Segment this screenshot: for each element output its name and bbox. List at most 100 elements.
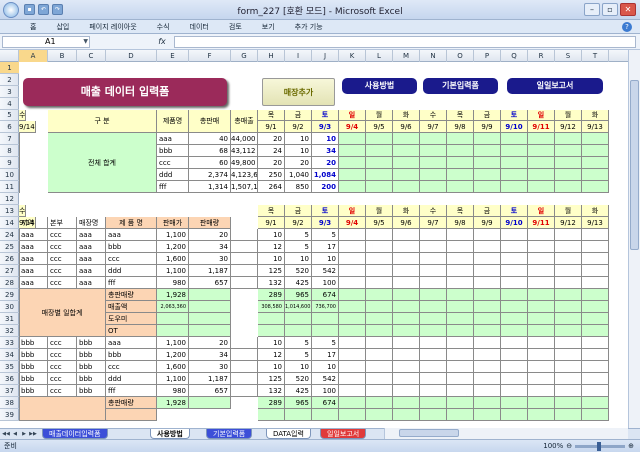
- date-header[interactable]: 9/10: [501, 121, 528, 133]
- column-header[interactable]: F: [189, 50, 231, 62]
- summary-day-value[interactable]: [582, 409, 609, 421]
- next-sheet-icon[interactable]: ▶: [20, 430, 28, 438]
- usage-button[interactable]: 사용방법: [342, 78, 417, 94]
- column-header[interactable]: I: [285, 50, 312, 62]
- product-header[interactable]: 제 품 명: [106, 217, 157, 229]
- date-header[interactable]: 9/1: [258, 217, 285, 229]
- day-value[interactable]: [393, 241, 420, 253]
- day-header[interactable]: 수: [420, 110, 447, 121]
- day-value[interactable]: [339, 277, 366, 289]
- day-value[interactable]: [366, 229, 393, 241]
- day-value[interactable]: [339, 253, 366, 265]
- spacer-cell[interactable]: [231, 277, 258, 289]
- day-value[interactable]: [501, 265, 528, 277]
- qty-header[interactable]: 총판매: [189, 110, 231, 133]
- day-header[interactable]: 토: [501, 110, 528, 121]
- row-header[interactable]: 26: [0, 253, 19, 265]
- day-value[interactable]: [19, 373, 20, 385]
- day-header[interactable]: 월: [555, 110, 582, 121]
- day-value[interactable]: 264: [258, 181, 285, 193]
- basic-input-button[interactable]: 기본입력폼: [423, 78, 498, 94]
- day-value[interactable]: [582, 229, 609, 241]
- date-header[interactable]: 9/5: [366, 121, 393, 133]
- row-header[interactable]: 31: [0, 313, 19, 325]
- day-value[interactable]: [420, 157, 447, 169]
- day-value[interactable]: 34: [312, 145, 339, 157]
- day-value[interactable]: [366, 373, 393, 385]
- day-value[interactable]: [474, 373, 501, 385]
- day-value[interactable]: [19, 145, 20, 157]
- summary-day-value[interactable]: [312, 325, 339, 337]
- day-value[interactable]: 20: [258, 133, 285, 145]
- day-value[interactable]: [447, 277, 474, 289]
- price-cell[interactable]: 1,600: [157, 361, 189, 373]
- date-header[interactable]: 9/8: [447, 217, 474, 229]
- summary-day-value[interactable]: [420, 325, 447, 337]
- day-value[interactable]: [528, 277, 555, 289]
- product-cell[interactable]: fff: [106, 385, 157, 397]
- day-value[interactable]: [366, 241, 393, 253]
- hq-header[interactable]: 본부: [48, 217, 77, 229]
- tab-formulas[interactable]: 수식: [147, 20, 180, 33]
- row-header[interactable]: 28: [0, 277, 19, 289]
- day-value[interactable]: [420, 229, 447, 241]
- day-value[interactable]: [528, 229, 555, 241]
- day-value[interactable]: [501, 349, 528, 361]
- sold-header[interactable]: 판매량: [189, 217, 231, 229]
- day-value[interactable]: 10: [285, 361, 312, 373]
- day-value[interactable]: 125: [258, 265, 285, 277]
- row-header[interactable]: 24: [0, 229, 19, 241]
- region-cell[interactable]: aaa: [19, 229, 48, 241]
- region-cell[interactable]: bbb: [19, 337, 48, 349]
- scroll-thumb[interactable]: [399, 429, 459, 437]
- product-cell[interactable]: ccc: [106, 361, 157, 373]
- summary-day-value[interactable]: [339, 313, 366, 325]
- day-value[interactable]: [474, 337, 501, 349]
- row-header[interactable]: 3: [0, 86, 19, 98]
- day-header[interactable]: 금: [474, 110, 501, 121]
- column-header[interactable]: C: [77, 50, 106, 62]
- row-header[interactable]: 25: [0, 241, 19, 253]
- summary-day-value[interactable]: [555, 397, 582, 409]
- spacer-cell[interactable]: [231, 253, 258, 265]
- summary-day-value[interactable]: [501, 301, 528, 313]
- unit-price-header[interactable]: 판매가: [157, 217, 189, 229]
- column-header[interactable]: G: [231, 50, 258, 62]
- summary-day-value[interactable]: [555, 325, 582, 337]
- summary-day-value[interactable]: [474, 409, 501, 421]
- row-header[interactable]: 37: [0, 385, 19, 397]
- tab-home[interactable]: 홈: [20, 20, 46, 33]
- day-header[interactable]: 금: [285, 205, 312, 217]
- summary-day-value[interactable]: 965: [285, 397, 312, 409]
- spacer-cell[interactable]: [231, 361, 258, 373]
- summary-total-qty[interactable]: 1,928: [157, 289, 189, 301]
- summary-day-value[interactable]: [420, 397, 447, 409]
- hq-cell[interactable]: ccc: [48, 385, 77, 397]
- date-header[interactable]: 9/6: [393, 217, 420, 229]
- day-value[interactable]: 24: [258, 145, 285, 157]
- day-value[interactable]: [582, 349, 609, 361]
- date-header[interactable]: 9/3: [312, 121, 339, 133]
- day-value[interactable]: [19, 157, 20, 169]
- day-value[interactable]: [366, 133, 393, 145]
- hq-cell[interactable]: ccc: [48, 373, 77, 385]
- total-qty[interactable]: 2,374: [189, 169, 231, 181]
- column-header[interactable]: E: [157, 50, 189, 62]
- hq-cell[interactable]: ccc: [48, 337, 77, 349]
- day-value[interactable]: [393, 277, 420, 289]
- sheet-tab-data-input[interactable]: DATA입력: [266, 429, 311, 439]
- summary-day-value[interactable]: [528, 325, 555, 337]
- product-name[interactable]: aaa: [157, 133, 189, 145]
- summary-day-value[interactable]: [447, 409, 474, 421]
- day-value[interactable]: [420, 361, 447, 373]
- summary-cell[interactable]: [157, 313, 189, 325]
- day-value[interactable]: [528, 385, 555, 397]
- row-header[interactable]: 32: [0, 325, 19, 337]
- summary-day-value[interactable]: [501, 397, 528, 409]
- summary-day-value[interactable]: [528, 313, 555, 325]
- day-header[interactable]: 토: [312, 110, 339, 121]
- day-value[interactable]: [501, 253, 528, 265]
- summary-day-value[interactable]: [555, 289, 582, 301]
- date-header[interactable]: 9/10: [501, 217, 528, 229]
- tab-view[interactable]: 보기: [252, 20, 285, 33]
